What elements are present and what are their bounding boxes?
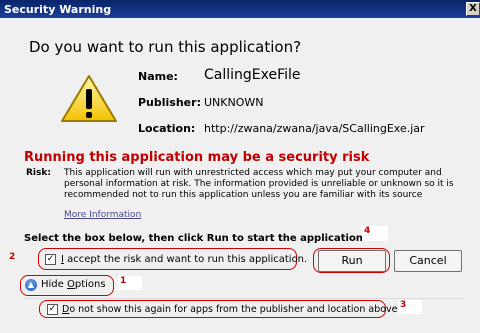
risk-text: This application will run with unrestric… — [64, 168, 454, 200]
annotation-marker-1: 1 — [118, 276, 142, 290]
annotation-marker-2: 2 — [9, 252, 16, 262]
publisher-value: UNKNOWN — [204, 96, 264, 109]
name-value: CallingExeFile — [204, 67, 301, 83]
annotation-marker-4: 4 — [362, 226, 388, 241]
hide-rest: ptions — [74, 279, 106, 290]
dialog-question: Do you want to run this application? — [29, 38, 302, 56]
hide-prefix: Hide — [41, 279, 67, 290]
select-instruction: Select the box below, then click Run to … — [24, 233, 363, 244]
close-icon: X — [469, 3, 477, 14]
accept-risk-checkbox[interactable]: ✓ — [45, 254, 56, 265]
chevron-up-circle-icon[interactable]: ▲ — [25, 279, 37, 291]
hide-options-link[interactable]: Hide Options — [41, 279, 106, 290]
accept-text: accept the risk and want to run this app… — [63, 254, 308, 265]
dont-show-again-label[interactable]: Do not show this again for apps from the… — [62, 304, 398, 315]
dont-show-text: o not show this again for apps from the … — [69, 304, 398, 315]
dont-show-again-checkbox[interactable]: ✓ — [47, 304, 58, 315]
run-button[interactable]: Run — [318, 250, 386, 272]
window-title: Security Warning — [4, 3, 112, 16]
location-value: http://zwana/zwana/java/SCallingExe.jar — [204, 122, 425, 135]
warning-triangle-icon — [61, 75, 117, 122]
risk-heading: Running this application may be a securi… — [24, 150, 370, 165]
risk-label: Risk: — [26, 168, 51, 178]
close-button[interactable]: X — [466, 2, 480, 16]
name-label: Name: — [138, 70, 178, 83]
accept-risk-label[interactable]: I accept the risk and want to run this a… — [61, 254, 307, 265]
title-bar: Security Warning X — [0, 0, 480, 18]
cancel-button[interactable]: Cancel — [394, 250, 462, 272]
hide-mnemonic: O — [66, 279, 75, 290]
options-divider — [24, 298, 464, 299]
location-label: Location: — [138, 122, 196, 135]
more-information-link[interactable]: More Information — [64, 210, 141, 220]
publisher-label: Publisher: — [138, 96, 201, 109]
annotation-marker-3: 3 — [398, 300, 422, 314]
